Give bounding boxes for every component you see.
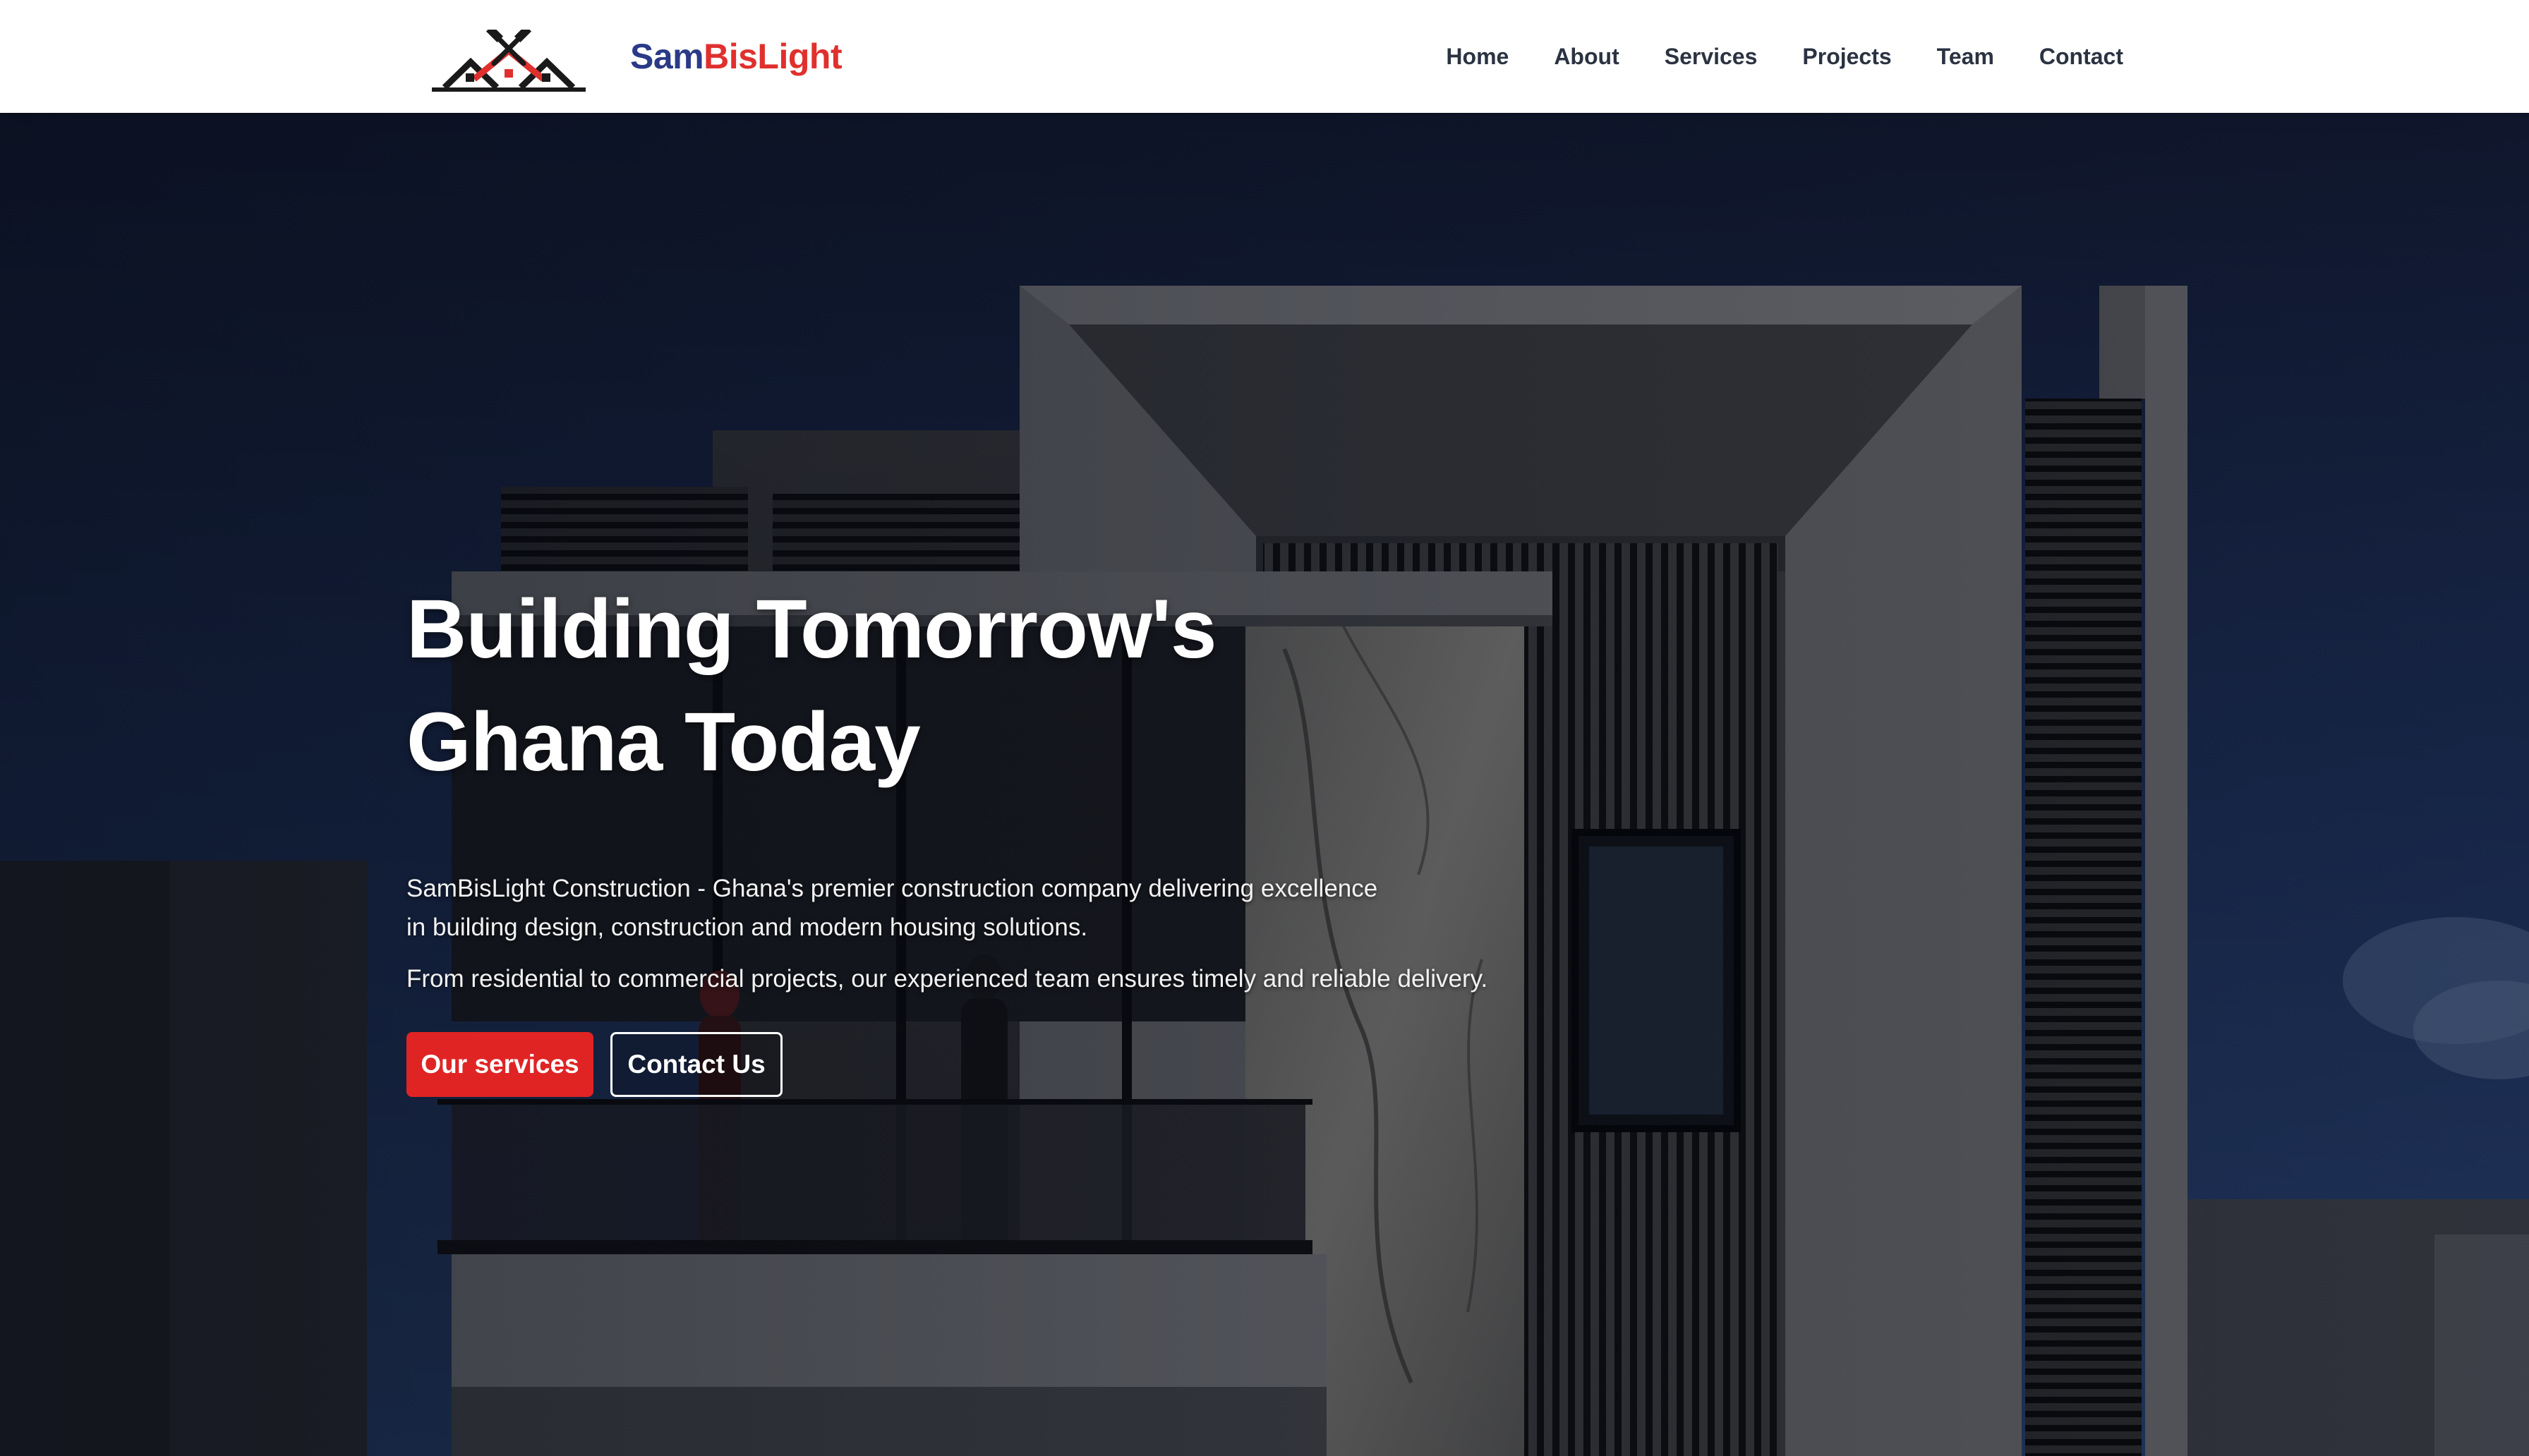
hero-description-secondary: From residential to commercial projects,… [406,965,1488,993]
hero-content: Building Tomorrow's Ghana Today SamBisLi… [406,573,1606,1097]
nav-link-services[interactable]: Services [1665,44,1758,70]
brand-name[interactable]: SamBisLight [630,34,843,79]
house-logo-icon[interactable] [432,30,586,95]
nav-link-about[interactable]: About [1554,44,1619,70]
our-services-button[interactable]: Our services [406,1032,593,1097]
hero-title-line2: Ghana Today [406,696,921,789]
brand-name-part1: Sam [630,37,704,76]
nav-link-home[interactable]: Home [1446,44,1509,70]
hero-actions: Our services Contact Us [406,1032,1606,1097]
nav-link-team[interactable]: Team [1937,44,1994,70]
page: SamBisLight Home About Services Projects… [0,0,2529,1456]
hero-section: Building Tomorrow's Ghana Today SamBisLi… [0,113,2529,1456]
hero-description: SamBisLight Construction - Ghana's premi… [406,875,1378,941]
contact-us-button[interactable]: Contact Us [610,1032,783,1097]
nav-link-projects[interactable]: Projects [1802,44,1891,70]
nav-link-contact[interactable]: Contact [2039,44,2123,70]
navbar: SamBisLight Home About Services Projects… [0,0,2529,113]
hero-title-line1: Building Tomorrow's [406,583,1217,676]
main-nav: Home About Services Projects Team Contac… [1446,40,2123,73]
hero-title: Building Tomorrow's Ghana Today [406,573,1324,799]
brand-name-part2: BisLight [704,37,843,76]
